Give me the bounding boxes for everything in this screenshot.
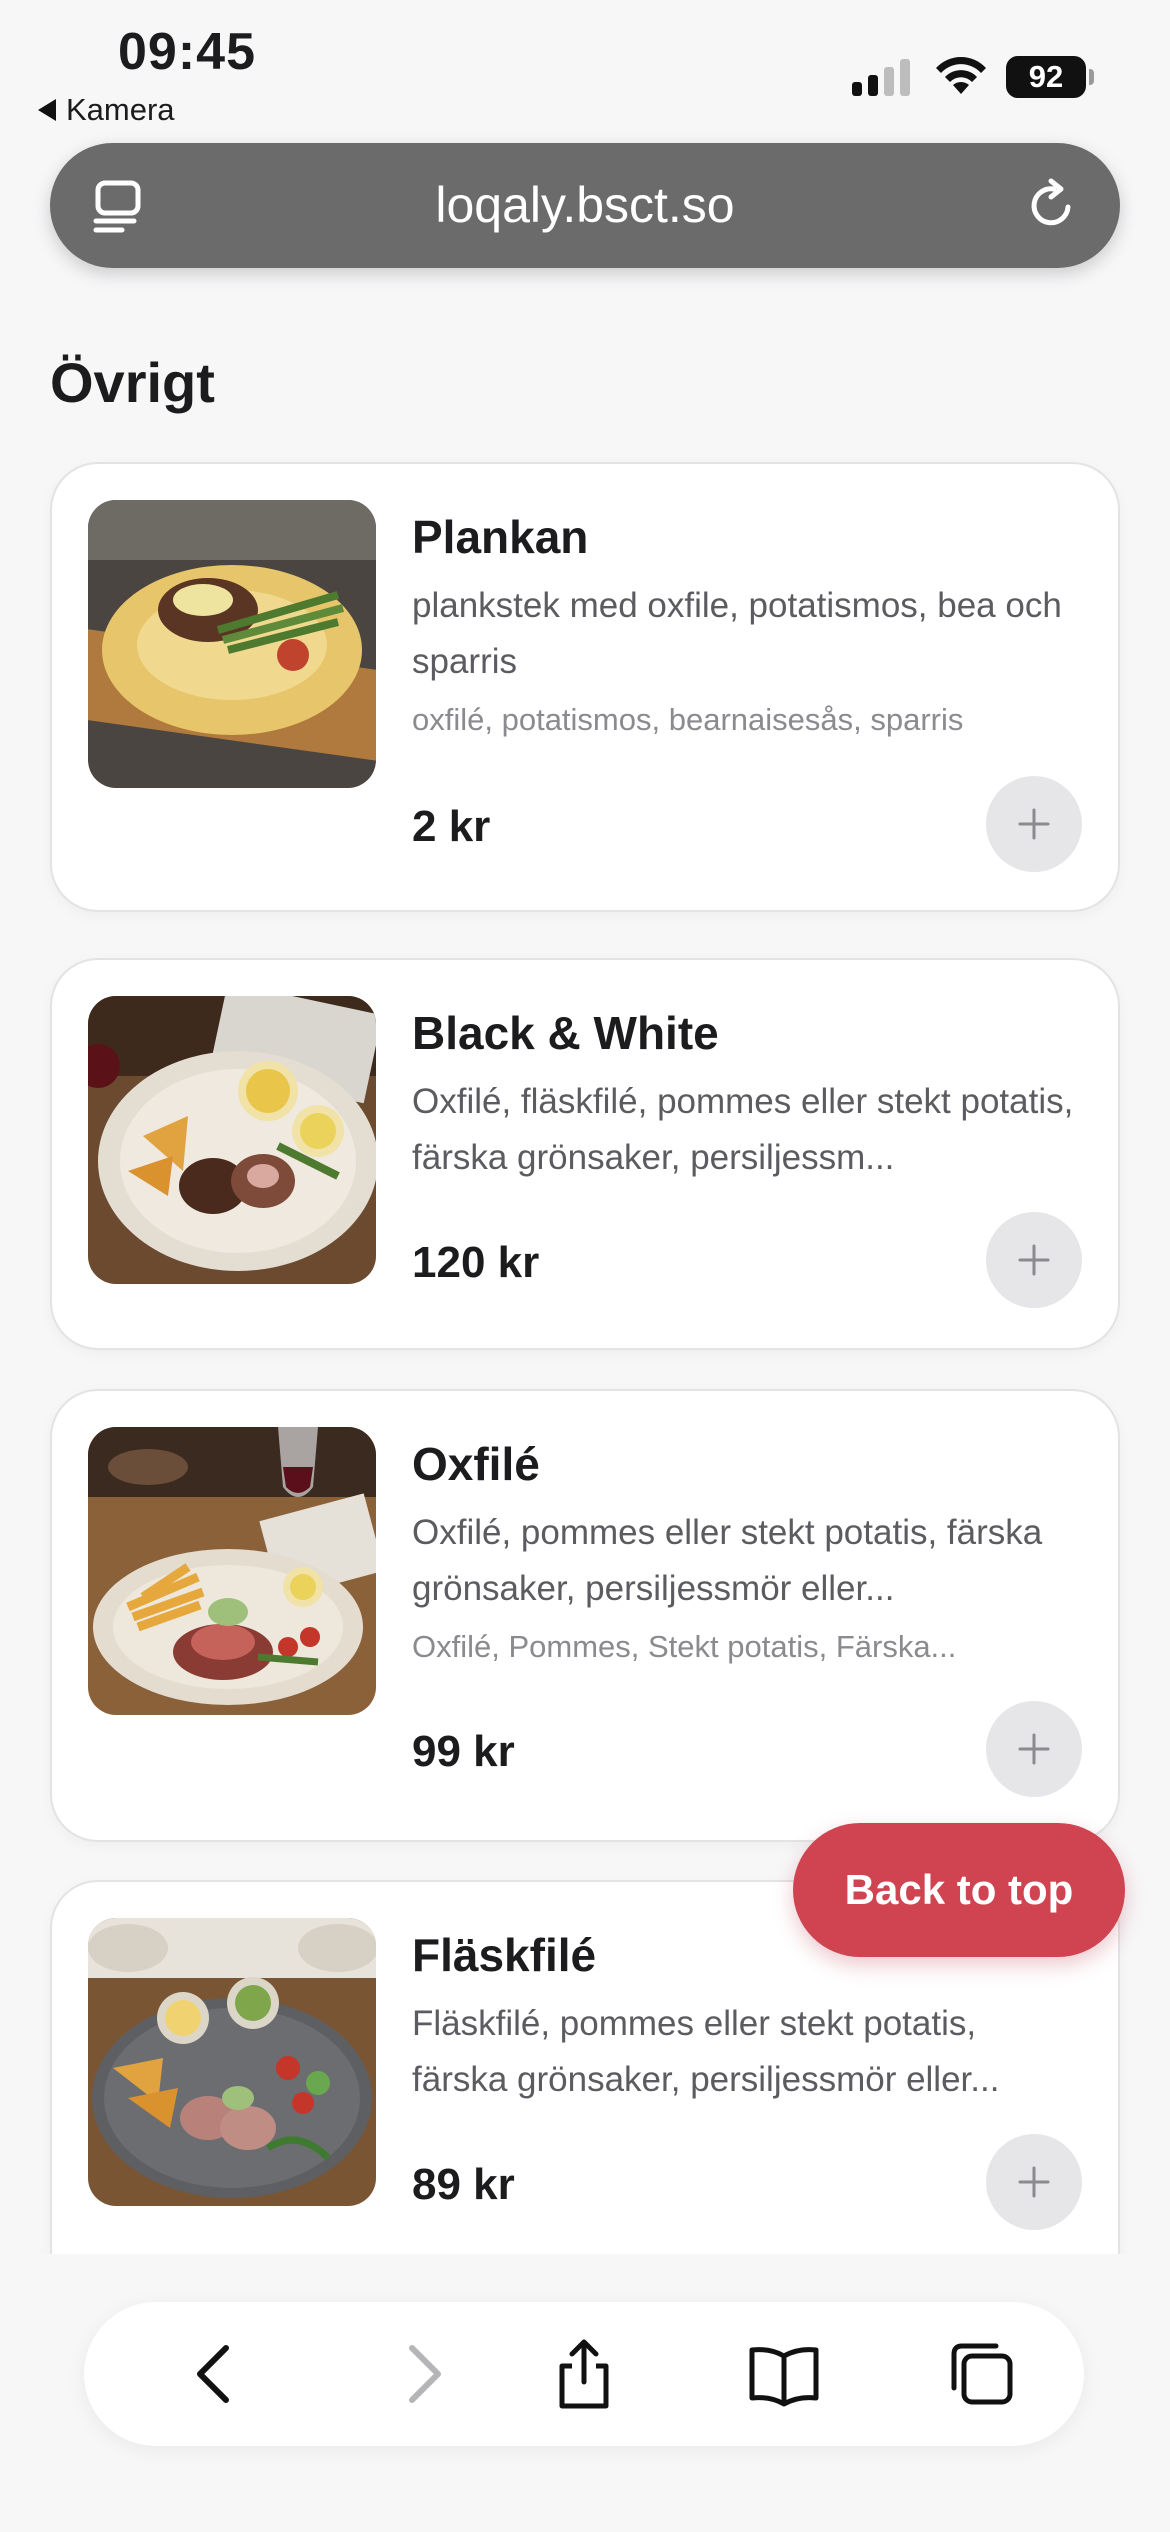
dish-price: 89 kr [412,2160,515,2209]
tabs-icon [951,2343,1013,2405]
back-to-top-button[interactable]: Back to top [793,1823,1125,1957]
menu-item-card[interactable]: Black & White Oxfilé, fläskfilé, pommes … [50,958,1120,1350]
reload-icon[interactable] [1024,177,1080,233]
url-text[interactable]: loqaly.bsct.so [50,143,1120,268]
chevron-right-icon [409,2345,441,2403]
tabs-button[interactable] [942,2334,1022,2414]
add-to-cart-button[interactable] [986,1701,1082,1797]
chevron-left-icon [197,2345,229,2403]
dish-price: 120 kr [412,1238,540,1287]
plus-icon [1018,1244,1050,1276]
wifi-icon [936,57,986,94]
menu-item-card[interactable]: Oxfilé Oxfilé, pommes eller stekt potati… [50,1389,1120,1842]
back-button[interactable] [176,2334,256,2414]
dish-description: Oxfilé, fläskfilé, pommes eller stekt po… [412,1082,1074,1177]
dish-image-black-white [88,996,376,1284]
section-title: Övrigt [50,351,215,414]
back-to-app-link[interactable]: Kamera [38,92,175,128]
bookmarks-button[interactable] [744,2334,824,2414]
dish-description: plankstek med oxfile, potatismos, bea oc… [412,586,1062,681]
back-triangle-icon [38,99,56,121]
add-to-cart-button[interactable] [986,2134,1082,2230]
share-icon [559,2339,609,2409]
browser-toolbar [84,2302,1084,2446]
add-to-cart-button[interactable] [986,776,1082,872]
plus-icon [1018,1733,1050,1765]
forward-button[interactable] [382,2334,462,2414]
dish-description: Oxfilé, pommes eller stekt potatis, färs… [412,1513,1043,1608]
back-app-label: Kamera [66,92,175,127]
address-bar[interactable]: loqaly.bsct.so [50,143,1120,268]
plus-icon [1018,808,1050,840]
dish-description: Fläskfilé, pommes eller stekt potatis, f… [412,2004,1000,2099]
dish-image-oxfile [88,1427,376,1715]
dish-price: 2 kr [412,802,491,851]
share-button[interactable] [544,2334,624,2414]
status-bar: 09:45 Kamera 92 [0,0,1170,140]
signal-icon [852,56,910,96]
dish-image-flaskfile [88,1918,376,2206]
battery-indicator: 92 [1006,56,1094,98]
add-to-cart-button[interactable] [986,1212,1082,1308]
menu-item-card[interactable]: Plankan plankstek med oxfile, potatismos… [50,462,1120,912]
dish-tags: Oxfilé, Pommes, Stekt potatis, Färska... [412,1629,957,1664]
dish-price: 99 kr [412,1727,515,1776]
dish-tags: oxfilé, potatismos, bearnaisesås, sparri… [412,702,964,737]
status-time: 09:45 [118,23,256,81]
dish-name: Plankan [412,511,589,563]
dish-name: Oxfilé [412,1438,540,1490]
dish-image-plankan [88,500,376,788]
plus-icon [1018,2166,1050,2198]
dish-name: Black & White [412,1007,719,1059]
book-icon [749,2347,819,2407]
